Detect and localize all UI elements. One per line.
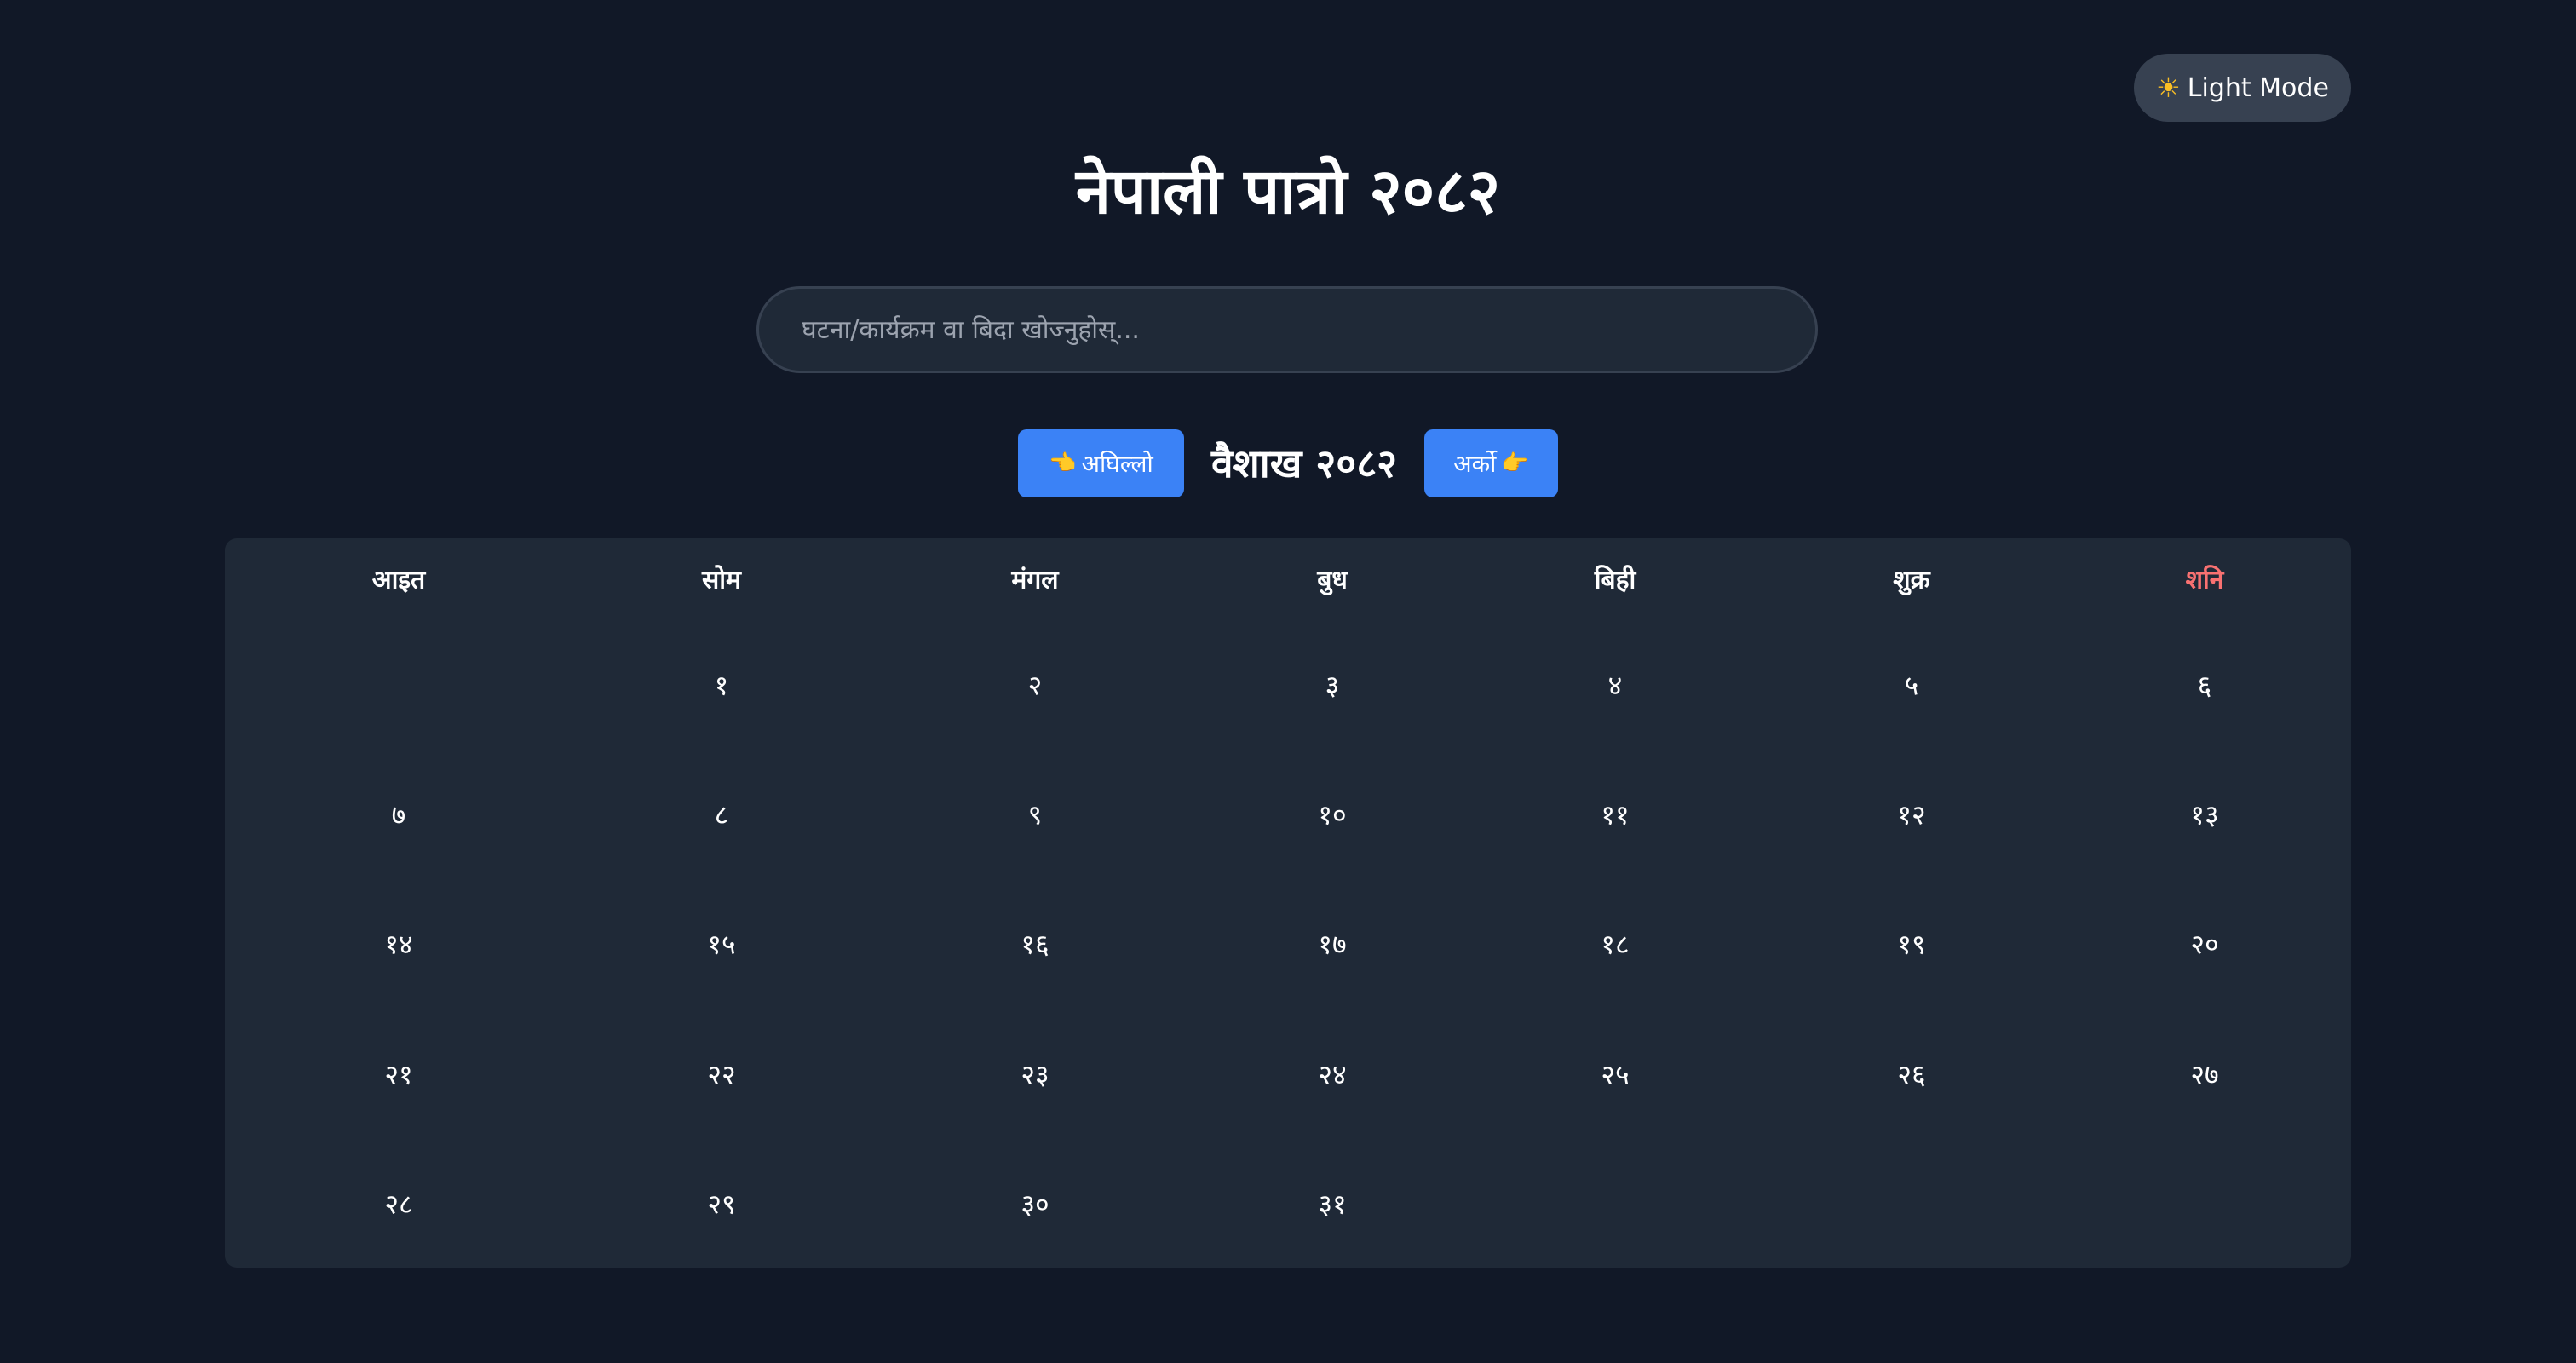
calendar-day[interactable]: २५ <box>1601 1056 1629 1093</box>
page-title: नेपाली पात्रो २०८२ <box>1075 155 1501 228</box>
calendar-day[interactable]: ३० <box>1021 1186 1049 1222</box>
weekday-header: बिही <box>1594 565 1636 595</box>
calendar-day[interactable]: ७ <box>392 797 406 833</box>
calendar-day[interactable]: २७ <box>2190 1056 2218 1093</box>
theme-toggle-button[interactable]: ☀ Light Mode <box>2134 54 2351 122</box>
calendar-day[interactable]: १२ <box>1897 797 1925 833</box>
weekday-header: आइत <box>371 565 426 595</box>
weekday-header: बुध <box>1317 565 1348 595</box>
calendar-day[interactable]: २८ <box>384 1186 412 1222</box>
calendar-day[interactable]: १५ <box>707 926 735 963</box>
calendar-day[interactable]: ६ <box>2198 667 2212 704</box>
calendar-day[interactable]: २९ <box>707 1186 735 1222</box>
weekday-header: शनि <box>2185 565 2224 595</box>
calendar-day[interactable]: २६ <box>1897 1056 1925 1093</box>
right-pointing-hand-icon: 👉 <box>1501 451 1529 476</box>
calendar-day[interactable]: ८ <box>715 797 729 833</box>
previous-month-label: अघिल्लो <box>1081 450 1153 478</box>
calendar-day[interactable]: २१ <box>384 1056 412 1093</box>
calendar-day[interactable]: ४ <box>1608 667 1623 704</box>
sun-icon: ☀ <box>2156 72 2181 104</box>
next-month-label: अर्को <box>1453 450 1497 478</box>
calendar-day[interactable]: २ <box>1028 667 1043 704</box>
search-bar <box>756 286 1818 373</box>
left-pointing-hand-icon: 👈 <box>1049 451 1077 476</box>
calendar-day[interactable]: १३ <box>2190 797 2218 833</box>
calendar-day[interactable]: १ <box>715 667 729 704</box>
calendar-day[interactable]: २३ <box>1021 1056 1049 1093</box>
search-input[interactable] <box>756 286 1818 373</box>
previous-month-button[interactable]: 👈 अघिल्लो <box>1018 429 1184 497</box>
calendar-day[interactable]: १६ <box>1021 926 1049 963</box>
calendar-day[interactable]: २० <box>2190 926 2218 963</box>
calendar-day[interactable]: १८ <box>1601 926 1629 963</box>
calendar-day[interactable]: ३१ <box>1318 1186 1346 1222</box>
theme-toggle-label: Light Mode <box>2187 72 2329 103</box>
calendar-day[interactable]: ३ <box>1325 667 1340 704</box>
calendar-day[interactable]: १४ <box>384 926 412 963</box>
weekday-header: शुक्र <box>1893 565 1930 595</box>
calendar-day[interactable]: ९ <box>1028 797 1043 833</box>
calendar-day[interactable]: २४ <box>1318 1056 1346 1093</box>
next-month-button[interactable]: अर्को 👉 <box>1424 429 1558 497</box>
calendar-day[interactable]: ११ <box>1601 797 1629 833</box>
weekday-header: सोम <box>702 565 741 595</box>
calendar-day[interactable]: १० <box>1318 797 1346 833</box>
calendar-day[interactable]: १९ <box>1897 926 1925 963</box>
weekday-header: मंगल <box>1011 565 1059 595</box>
calendar-day[interactable]: २२ <box>707 1056 735 1093</box>
current-month-title: वैशाख २०८२ <box>1210 440 1398 486</box>
calendar-grid: आइत सोम मंगल बुध बिही शुक्र शनि १ २ ३ ४ ५ ६ ७ ८ ९ १० ११ १२… <box>225 538 2351 1268</box>
calendar-day[interactable]: ५ <box>1905 667 1919 704</box>
calendar-day[interactable]: १७ <box>1318 926 1346 963</box>
